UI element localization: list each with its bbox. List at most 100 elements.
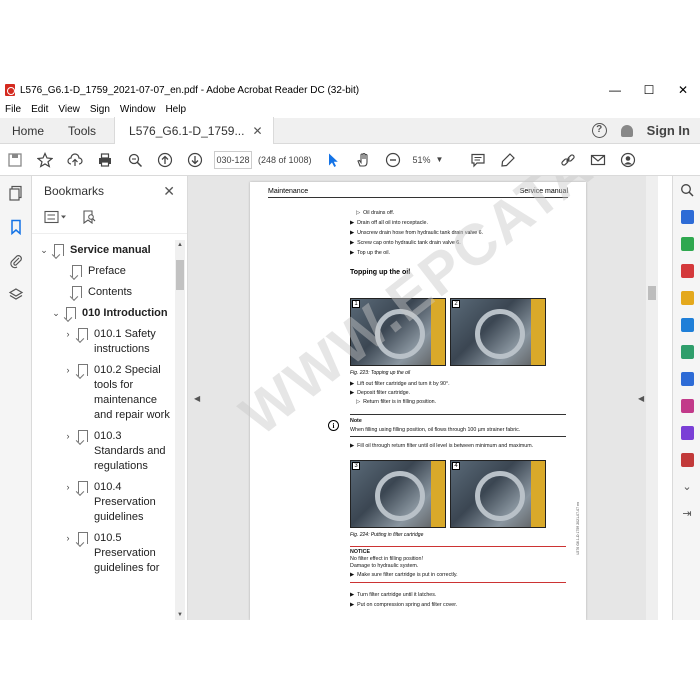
tool-shortcut-icon[interactable]	[673, 230, 700, 257]
tool-shortcut-icon[interactable]	[673, 284, 700, 311]
help-icon[interactable]: ?	[591, 123, 607, 138]
tab-home[interactable]: Home	[0, 118, 56, 144]
tool-color-swatch	[680, 290, 694, 305]
tab-document[interactable]: L576_G6.1-D_1759... ✕	[114, 117, 274, 144]
tool-shortcut-icon[interactable]	[673, 419, 700, 446]
tool-shortcut-icon[interactable]	[673, 338, 700, 365]
hand-tool-icon[interactable]	[348, 144, 378, 176]
bookmark-label: 010.3 Standards and regulations	[94, 430, 166, 472]
save-icon[interactable]	[0, 144, 30, 176]
close-window-button[interactable]: ✕	[666, 83, 700, 97]
main-toolbar: 030-128 (248 of 1008) 51% ▼	[0, 144, 700, 176]
tool-color-swatch	[680, 236, 694, 251]
tool-shortcut-icon[interactable]	[673, 392, 700, 419]
expand-toggle-icon[interactable]: ⌄	[50, 306, 62, 321]
document-scrollbar[interactable]	[646, 176, 658, 620]
bookmarks-scroll-thumb[interactable]	[176, 260, 184, 290]
bookmark-label: 010.2 Special tools for maintenance and …	[94, 364, 170, 421]
scroll-up-arrow-icon[interactable]: ▲	[175, 242, 185, 248]
notice-action: ▶ Make sure filter cartridge is put in co…	[350, 572, 458, 578]
expand-toggle-icon[interactable]: ›	[62, 531, 74, 546]
menu-sign[interactable]: Sign	[85, 104, 115, 115]
zoom-dropdown-icon[interactable]: ▼	[436, 155, 444, 164]
zoom-search-icon[interactable]	[120, 144, 150, 176]
tool-shortcut-icon[interactable]	[673, 311, 700, 338]
bookmark-item[interactable]: › 010.5 Preservation guidelines for	[32, 528, 174, 579]
bookmark-icon	[78, 532, 88, 544]
menu-edit[interactable]: Edit	[26, 104, 53, 115]
menu-view[interactable]: View	[53, 104, 85, 115]
bookmark-item[interactable]: Preface	[32, 261, 174, 282]
bookmark-item[interactable]: › 010.3 Standards and regulations	[32, 426, 174, 477]
close-tab-icon[interactable]: ✕	[252, 118, 262, 144]
expand-toggle-icon[interactable]: ›	[62, 480, 74, 495]
bookmark-item[interactable]: › 010.4 Preservation guidelines	[32, 477, 174, 528]
zoom-out-icon[interactable]	[378, 144, 408, 176]
bookmark-item[interactable]: ⌄ 010 Introduction	[32, 303, 174, 324]
tool-shortcut-icon[interactable]	[673, 446, 700, 473]
menu-file[interactable]: File	[0, 104, 26, 115]
expand-toggle-icon[interactable]: ›	[62, 429, 74, 444]
expand-tools-panel-icon[interactable]: ⇥	[673, 500, 700, 527]
bookmark-star-icon[interactable]	[30, 144, 60, 176]
expand-toggle-icon[interactable]: ⌄	[38, 243, 50, 258]
notice-rule-bottom	[350, 582, 566, 583]
comment-icon[interactable]	[463, 144, 493, 176]
close-panel-icon[interactable]: ✕	[163, 183, 175, 200]
search-tools-icon[interactable]	[673, 176, 700, 203]
attachments-paperclip-icon[interactable]	[0, 244, 32, 278]
menu-help[interactable]: Help	[160, 104, 191, 115]
email-icon[interactable]	[583, 144, 613, 176]
instruction-line: ▶ Deposit filter cartridge.	[350, 390, 411, 396]
scroll-down-arrow-icon[interactable]: ▼	[175, 612, 185, 618]
tool-shortcut-icon[interactable]	[673, 257, 700, 284]
left-nav-rail	[0, 176, 32, 620]
header-left: Maintenance	[268, 188, 309, 195]
note-rule	[350, 414, 566, 415]
more-tools-chevron-icon[interactable]: ⌄	[673, 473, 700, 500]
bookmark-item[interactable]: › 010.1 Safety instructions	[32, 324, 174, 360]
document-view[interactable]: ◀ Maintenance Service manual ▷ Oil drains…	[188, 176, 658, 620]
tab-tools[interactable]: Tools	[56, 118, 108, 144]
maximize-button[interactable]: ☐	[632, 83, 666, 97]
bookmarks-title: Bookmarks	[44, 184, 105, 198]
zoom-level[interactable]: 51%	[408, 155, 436, 165]
layers-icon[interactable]	[0, 278, 32, 312]
bookmark-item[interactable]: Contents	[32, 282, 174, 303]
bookmark-icon	[78, 364, 88, 376]
upload-cloud-icon[interactable]	[60, 144, 90, 176]
print-icon[interactable]	[90, 144, 120, 176]
figure-caption-223: Fig. 223: Topping up the oil	[350, 370, 411, 376]
window-title: L576_G6.1-D_1759_2021-07-07_en.pdf - Ado…	[20, 84, 360, 96]
document-scroll-thumb[interactable]	[648, 286, 656, 300]
notifications-bell-icon[interactable]	[620, 124, 633, 137]
bookmark-options-icon[interactable]	[44, 210, 68, 229]
bookmark-item[interactable]: › 010.2 Special tools for maintenance and…	[32, 360, 174, 426]
highlight-pen-icon[interactable]	[493, 144, 523, 176]
collapse-left-panel-icon[interactable]: ◀	[194, 394, 200, 403]
instruction-line: ▶ Drain off all oil into receptacle.	[350, 220, 428, 226]
previous-page-icon[interactable]	[150, 144, 180, 176]
bookmarks-panel-icon[interactable]	[0, 210, 32, 244]
bookmarks-scrollbar[interactable]: ▲ ▼	[175, 240, 185, 620]
share-link-icon[interactable]	[553, 144, 583, 176]
find-bookmark-icon[interactable]	[82, 210, 96, 229]
figure-caption-224: Fig. 224: Putting in filter cartridge	[350, 532, 424, 538]
minimize-button[interactable]: —	[598, 83, 632, 97]
page-number-input[interactable]: 030-128	[214, 150, 252, 169]
expand-toggle-icon[interactable]: ›	[62, 363, 74, 378]
account-icon[interactable]	[613, 144, 643, 176]
notice-line-1: No filter effect in filling position!	[350, 556, 423, 562]
next-page-icon[interactable]	[180, 144, 210, 176]
tool-shortcut-icon[interactable]	[673, 365, 700, 392]
menu-window[interactable]: Window	[115, 104, 161, 115]
bookmark-item[interactable]: ⌄ Service manual	[32, 240, 174, 261]
sign-in-button[interactable]: Sign In	[647, 123, 690, 138]
bookmark-label: 010.5 Preservation guidelines for	[94, 532, 160, 574]
tool-color-swatch	[680, 425, 694, 440]
collapse-right-panel-icon[interactable]: ◀	[638, 394, 644, 403]
select-cursor-icon[interactable]	[318, 144, 348, 176]
expand-toggle-icon[interactable]: ›	[62, 327, 74, 342]
tool-shortcut-icon[interactable]	[673, 203, 700, 230]
page-thumbnails-icon[interactable]	[0, 176, 32, 210]
